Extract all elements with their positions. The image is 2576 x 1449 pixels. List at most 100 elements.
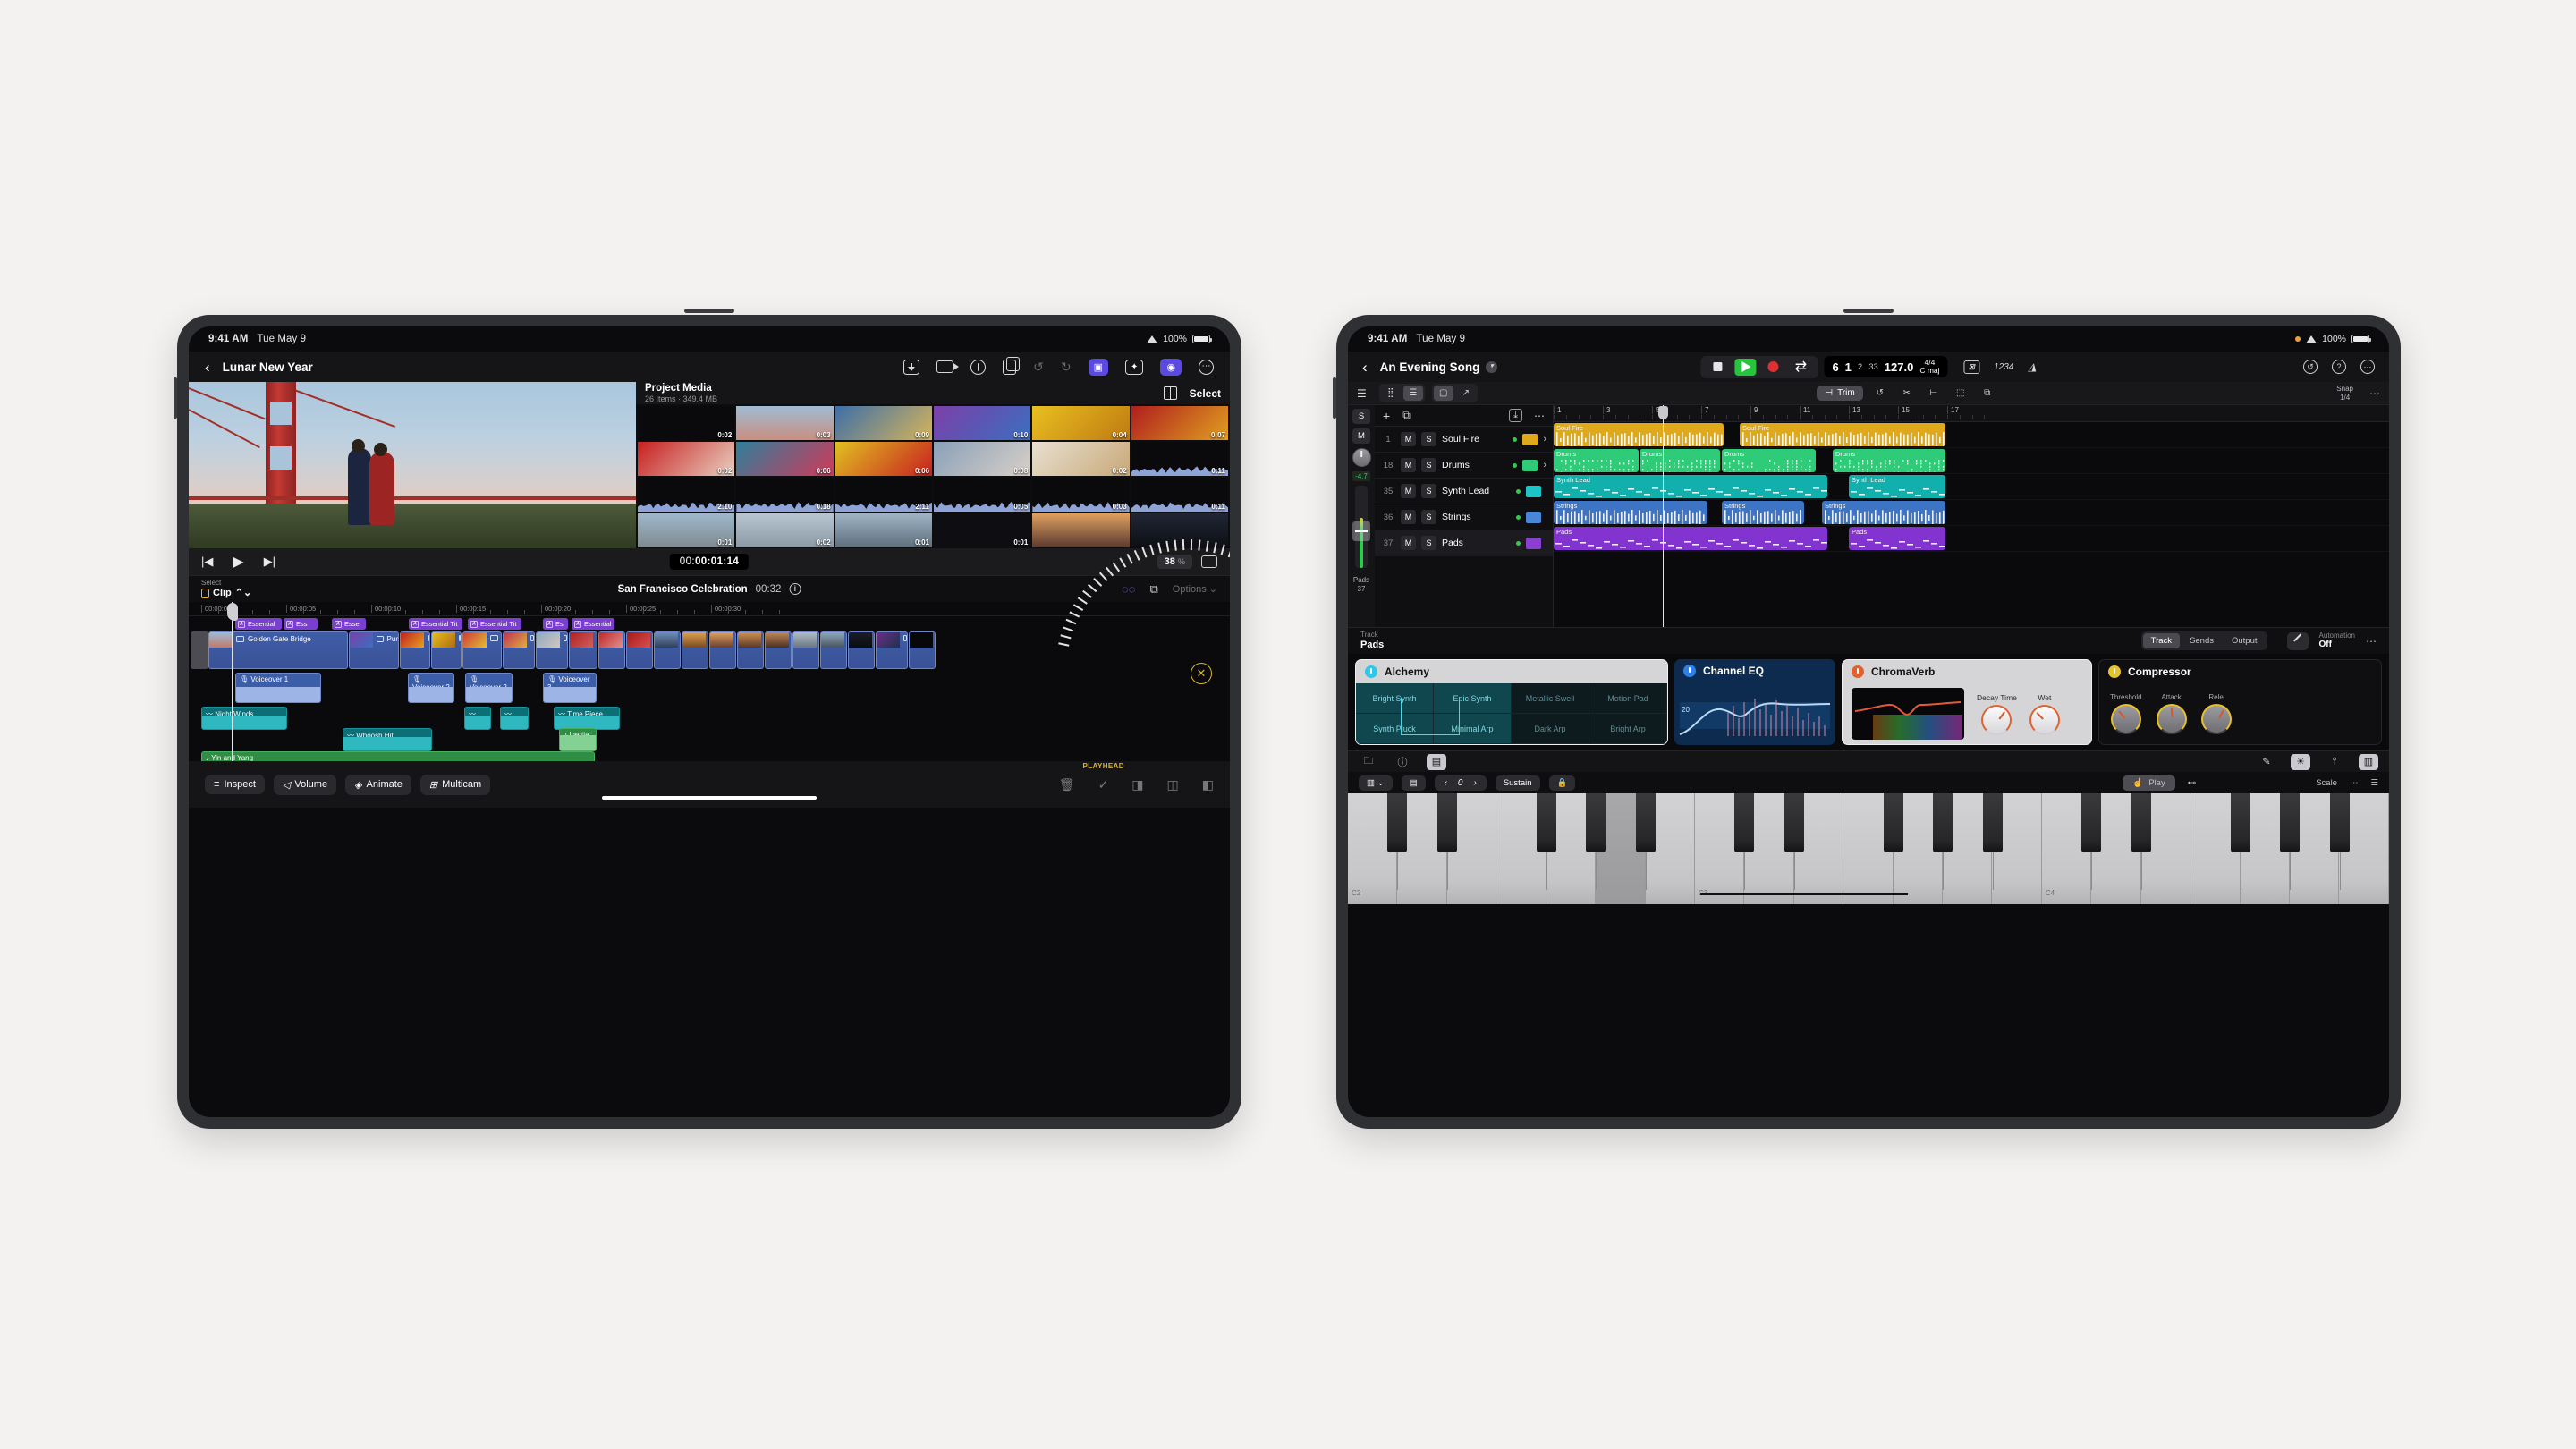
more-icon-6[interactable]: ⋯ [2350,778,2359,788]
region[interactable]: Strings [1822,501,1945,524]
video-clip[interactable] [598,631,625,669]
close-icon[interactable]: ✕ [1191,663,1212,684]
timeline[interactable]: 00:00:00 00:00:05 00:00:10 00:00:15 00:00:20… [189,602,1230,761]
video-clip[interactable] [765,631,792,669]
power-icon-4[interactable] [2108,665,2121,678]
media-thumbnail[interactable]: 2:10 [638,478,734,512]
compressor-knob[interactable]: Threshold [2110,693,2142,734]
track-tab-sends[interactable]: Sends [2182,633,2222,648]
fit-screen-icon[interactable] [1201,555,1217,568]
split-icon[interactable]: ⊢ [1924,386,1944,401]
sampler-icon[interactable] [1522,434,1538,445]
media-thumbnail[interactable]: 2:11 [835,478,932,512]
track-tab-track[interactable]: Track [2143,633,2180,648]
power-icon-3[interactable] [1852,665,1864,678]
region[interactable]: Soul Fire [1740,423,1945,446]
check-circle-icon[interactable]: ✓ [1098,777,1109,792]
keyboard-stand-icon[interactable] [1526,538,1541,549]
region[interactable]: Drums [1722,449,1816,472]
media-thumbnail[interactable]: 0:03 [736,406,833,440]
piano-black-key[interactable] [1586,793,1606,852]
title-clip[interactable]: A Essential Tit [409,618,462,630]
octave-control[interactable]: ‹ 0 › [1435,775,1487,791]
media-thumbnail[interactable] [1131,513,1228,547]
eq-curve-display[interactable]: 20 [1674,682,1835,743]
region[interactable]: Strings [1554,501,1707,524]
track-solo-button[interactable]: S [1421,536,1436,550]
audio-icon[interactable]: ◉ [1160,359,1182,376]
title-clip[interactable]: A Essential [572,618,614,630]
settings-icon[interactable]: ☀ [2291,754,2310,770]
alchemy-pad[interactable]: Metallic Swell [1512,683,1589,714]
voiceover-clip[interactable]: 🎙 Voiceover 2 [408,673,454,703]
sustain-button[interactable]: Sustain [1496,775,1540,791]
media-thumbnail[interactable]: 0:02 [638,406,734,440]
knob-dial[interactable] [2111,704,2141,734]
video-clip[interactable]: Pur [349,631,399,669]
media-thumbnail[interactable]: 0:10 [934,406,1030,440]
piano-black-key[interactable] [1537,793,1556,852]
video-clip[interactable] [820,631,847,669]
duplicate-icon-2[interactable]: ⧉ [1978,386,1997,401]
plugin-chromaverb[interactable]: ChromaVerb Decay Time Wet [1842,659,2092,745]
region[interactable]: Pads [1849,527,1945,550]
duplicate-icon[interactable]: ⧉ [1150,582,1158,597]
video-clip[interactable] [792,631,819,669]
play-icon[interactable]: ▶ [233,553,243,571]
title-clip[interactable]: A Es [543,618,568,630]
select-button[interactable]: Select [1190,387,1221,400]
track-mute-button[interactable]: M [1401,510,1416,524]
add-track-icon[interactable]: + [1383,409,1390,423]
track-mute-button[interactable]: M [1401,458,1416,472]
lcd-display[interactable]: 6 1 2 33 127.0 4/4 C maj [1824,356,1947,377]
video-clip[interactable] [462,631,502,669]
track-row[interactable]: 37 M S Pads [1375,530,1553,556]
mixer-icon[interactable]: ☰ [1357,387,1367,400]
retime-icon[interactable]: ◌◌ [1122,582,1135,596]
region-select-icon[interactable]: ▢ [1434,386,1453,401]
media-thumbnail[interactable]: 0:05 [934,478,1030,512]
region[interactable]: Synth Lead [1849,475,1945,498]
knob-dial[interactable] [2201,704,2232,734]
region[interactable]: Drums [1833,449,1945,472]
volume-fader[interactable] [1355,486,1368,568]
automation-control[interactable]: Automation Off [2319,631,2355,651]
select-mode-value[interactable]: Clip ⌃⌄ [201,588,251,599]
media-thumbnail[interactable]: 0:06 [736,442,833,476]
media-thumbnail[interactable]: 0:07 [1131,406,1228,440]
title-clip[interactable]: A Ess [284,618,318,630]
piano-black-key[interactable] [1387,793,1407,852]
piano-black-key[interactable] [2231,793,2250,852]
video-clip[interactable] [569,631,597,669]
media-thumbnail[interactable]: 0:02 [1032,442,1129,476]
region[interactable]: Pads [1554,527,1827,550]
voiceover-clip[interactable]: 🎙 Voiceover 3 [543,673,597,703]
music-clip[interactable]: ♪ Yin and Yang [201,751,595,761]
more-icon-3[interactable]: ⋯ [2369,387,2380,400]
grid-view-icon[interactable] [1164,386,1177,400]
piano-black-key[interactable] [1784,793,1804,852]
info-icon[interactable]: i [789,583,801,595]
scale-button[interactable]: Scale [2316,778,2337,788]
video-clip[interactable] [654,631,681,669]
video-viewer[interactable] [189,382,636,548]
piano-keyboard[interactable]: C2C3C4 [1348,793,2389,904]
media-thumbnail[interactable]: 0:09 [835,406,932,440]
octave-prev[interactable]: ‹ [1445,778,1447,788]
redo-icon[interactable]: ↻ [1061,360,1072,375]
track-solo-button[interactable]: S [1421,432,1436,446]
animate-button[interactable]: ◈ Animate [345,775,411,795]
lock-icon[interactable]: 🔒 [1549,775,1576,791]
alchemy-pad[interactable]: Dark Arp [1512,714,1589,744]
video-clip[interactable] [876,631,908,669]
arrangement-area[interactable]: 1357911131517 Soul FireSoul FireDrumsDru… [1554,405,2389,627]
track-mute-button[interactable]: M [1401,432,1416,446]
alchemy-pad[interactable]: Motion Pad [1589,683,1667,714]
video-clip[interactable] [626,631,653,669]
mixer-icon-2[interactable]: ⫯ [2325,754,2344,770]
piano-black-key[interactable] [2131,793,2151,852]
undo-icon-2[interactable]: ↺ [2303,360,2318,374]
compressor-knob[interactable]: Rele [2201,693,2232,734]
panel-icon[interactable]: ▤ [1427,754,1446,770]
scissors-icon[interactable]: ✂ [1897,386,1917,401]
